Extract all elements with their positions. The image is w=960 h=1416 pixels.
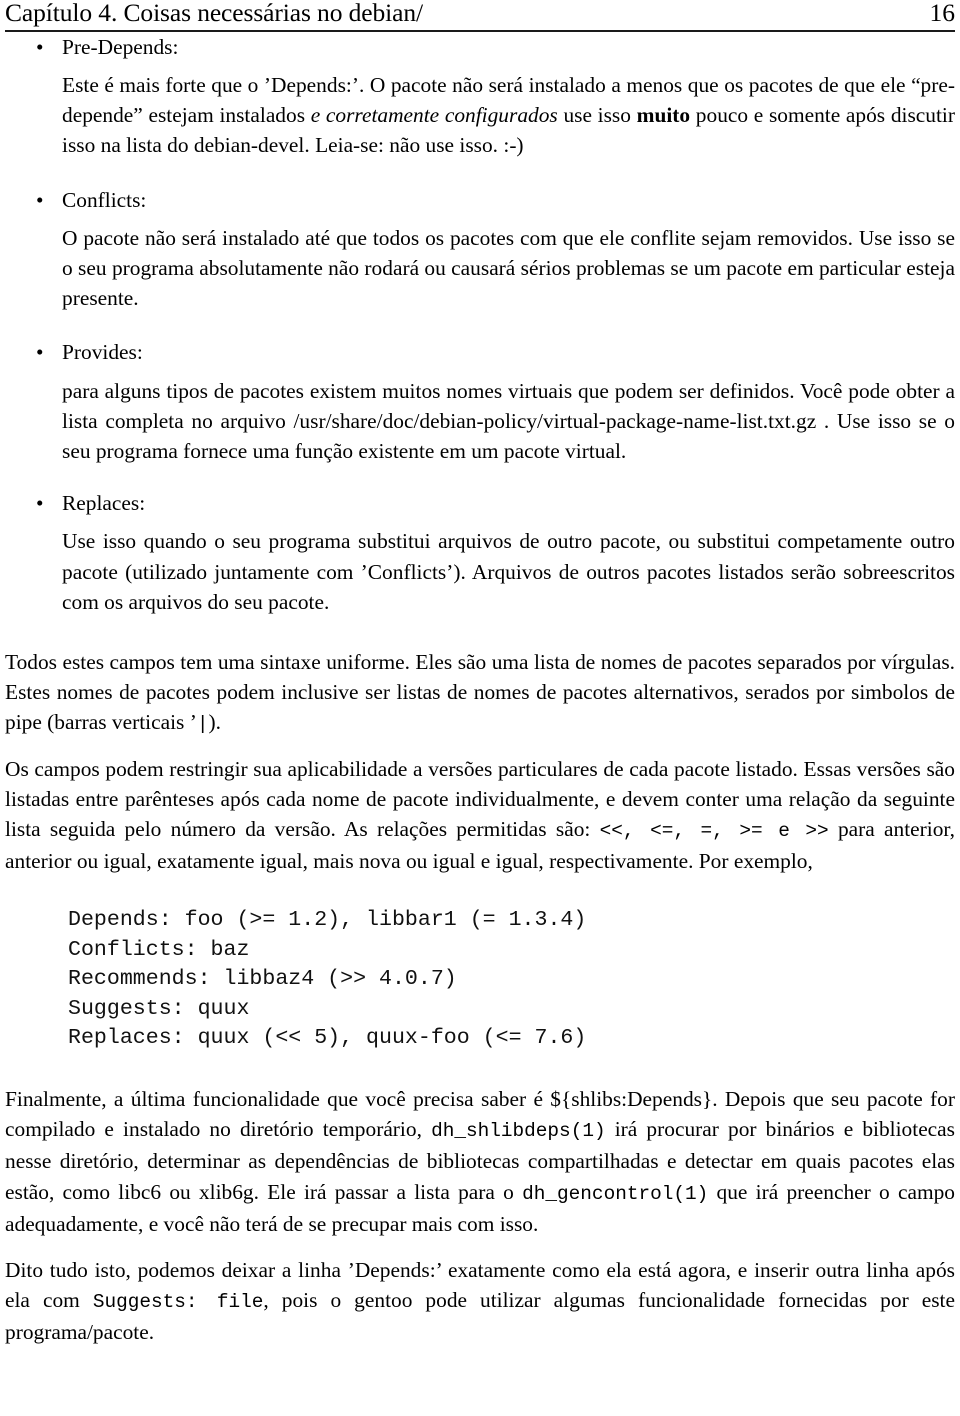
page-number: 16 bbox=[929, 0, 956, 27]
closing-paragraphs: Finalmente, a última funcionalidade que … bbox=[5, 1084, 955, 1348]
paragraph-versions: Os campos podem restringir sua aplicabil… bbox=[5, 754, 955, 877]
code-line: Recommends: libbaz4 (>> 4.0.7) bbox=[68, 967, 457, 992]
paragraph-syntax: Todos estes campos tem uma sintaxe unifo… bbox=[5, 647, 955, 740]
paragraph-text-part: ). bbox=[208, 710, 221, 735]
paragraph-suggests: Dito tudo isto, podemos deixar a linha ’… bbox=[5, 1255, 955, 1348]
document-page: Capítulo 4. Coisas necessárias no debian… bbox=[0, 0, 960, 1416]
suggests-field-example: Suggests: file bbox=[92, 1291, 264, 1314]
body-paragraphs: Todos estes campos tem uma sintaxe unifo… bbox=[5, 647, 955, 876]
control-file-example: Depends: foo (>= 1.2), libbar1 (= 1.3.4)… bbox=[5, 906, 955, 1054]
bullet-icon: • bbox=[36, 34, 44, 59]
code-line: Suggests: quux bbox=[68, 996, 250, 1021]
dependency-field-list: • Pre-Depends: Este é mais forte que o ’… bbox=[5, 32, 955, 617]
running-header: Capítulo 4. Coisas necessárias no debian… bbox=[5, 0, 955, 32]
desc-emphasis: e corretamente configurados bbox=[310, 103, 558, 128]
command-dh-gencontrol: dh_gencontrol(1) bbox=[522, 1182, 709, 1205]
paragraph-text-part: Todos estes campos tem uma sintaxe unifo… bbox=[5, 650, 955, 735]
field-description-conflicts: O pacote não será instalado até que todo… bbox=[62, 225, 955, 311]
list-item: • Replaces: Use isso quando o seu progra… bbox=[5, 488, 955, 617]
field-description-pre-depends: Este é mais forte que o ’Depends:’. O pa… bbox=[62, 70, 955, 161]
field-name-pre-depends: Pre-Depends: bbox=[62, 34, 179, 59]
list-item: • Pre-Depends: Este é mais forte que o ’… bbox=[5, 32, 955, 185]
code-line: Depends: foo (>= 1.2), libbar1 (= 1.3.4) bbox=[68, 908, 587, 933]
version-operators: <<, <=, =, >= e >> bbox=[599, 820, 829, 843]
field-description-replaces: Use isso quando o seu programa substitui… bbox=[62, 529, 955, 614]
field-description-provides: para alguns tipos de pacotes existem mui… bbox=[62, 378, 955, 463]
code-line: Conflicts: baz bbox=[68, 937, 250, 962]
bullet-icon: • bbox=[36, 187, 44, 212]
field-name-provides: Provides: bbox=[62, 340, 143, 365]
bullet-icon: • bbox=[36, 340, 44, 365]
desc-text-part: use isso bbox=[557, 103, 637, 128]
code-line: Replaces: quux (<< 5), quux-foo (<= 7.6) bbox=[68, 1026, 587, 1051]
bullet-icon: • bbox=[36, 491, 44, 516]
paragraph-shlibs: Finalmente, a última funcionalidade que … bbox=[5, 1084, 955, 1239]
field-name-conflicts: Conflicts: bbox=[62, 187, 147, 212]
chapter-title: Capítulo 4. Coisas necessárias no debian… bbox=[5, 0, 423, 27]
desc-strong: muito bbox=[636, 103, 691, 128]
field-name-replaces: Replaces: bbox=[62, 491, 146, 516]
command-dh-shlibdeps: dh_shlibdeps(1) bbox=[431, 1120, 606, 1143]
list-item: • Conflicts: O pacote não será instalado… bbox=[5, 185, 955, 338]
pipe-symbol: | bbox=[196, 713, 209, 736]
list-item: • Provides: para alguns tipos de pacotes… bbox=[5, 337, 955, 488]
